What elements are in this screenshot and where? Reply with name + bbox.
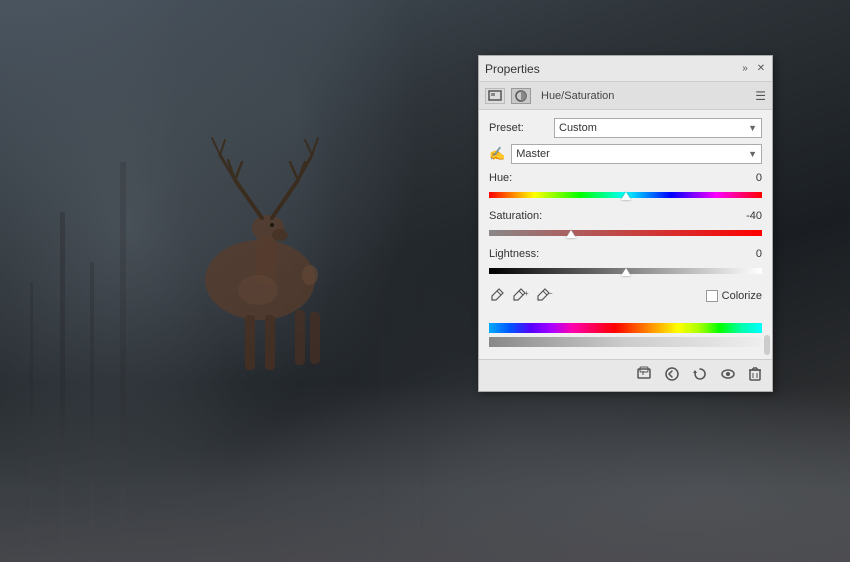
panel-content: Preset: Custom ▼ ✍ Master ▼ Hue: 0 bbox=[479, 110, 772, 359]
hue-thumb[interactable] bbox=[621, 186, 631, 200]
saturation-thumb[interactable] bbox=[566, 224, 576, 238]
lightness-label-row: Lightness: 0 bbox=[489, 248, 762, 260]
delete-button[interactable] bbox=[746, 364, 764, 387]
hue-slider-container bbox=[489, 186, 762, 204]
saturation-group: Saturation: -40 bbox=[489, 210, 762, 242]
lightness-thumb[interactable] bbox=[621, 262, 631, 276]
preset-dropdown[interactable]: Custom ▼ bbox=[554, 118, 762, 138]
lightness-group: Lightness: 0 bbox=[489, 248, 762, 280]
layer-icon bbox=[488, 90, 502, 102]
colorize-row: Colorize bbox=[706, 290, 762, 302]
channel-dropdown[interactable]: Master ▼ bbox=[511, 144, 762, 164]
eyedropper-icon bbox=[491, 287, 505, 303]
reset-icon bbox=[692, 366, 708, 382]
reset-button[interactable] bbox=[690, 364, 710, 387]
eye-icon bbox=[720, 366, 736, 382]
circle-icon bbox=[514, 90, 528, 102]
spectrum-bar-grey bbox=[489, 337, 762, 347]
lightness-slider-container bbox=[489, 262, 762, 280]
clip-to-layer-button[interactable] bbox=[634, 364, 654, 387]
properties-panel: Properties » ✕ Hue/Saturation bbox=[478, 55, 773, 392]
visibility-button[interactable] bbox=[718, 364, 738, 387]
deer-image bbox=[150, 80, 370, 400]
ground bbox=[0, 382, 850, 562]
preset-dropdown-arrow: ▼ bbox=[748, 123, 757, 133]
bottom-toolbar bbox=[479, 359, 772, 391]
tab-icon-layer[interactable] bbox=[485, 88, 505, 104]
eyedropper-subtract-tool[interactable]: − bbox=[535, 286, 555, 307]
adjustment-title: Hue/Saturation bbox=[541, 90, 614, 102]
hue-label: Hue: bbox=[489, 172, 554, 184]
hand-tool-icon[interactable]: ✍ bbox=[489, 146, 505, 162]
collapse-button[interactable]: » bbox=[740, 64, 750, 74]
eyedropper-add-icon: + bbox=[513, 287, 529, 303]
saturation-label-row: Saturation: -40 bbox=[489, 210, 762, 222]
panel-controls: » ✕ bbox=[740, 64, 766, 74]
tab-icon-adjustment[interactable] bbox=[511, 88, 531, 104]
panel-titlebar: Properties » ✕ bbox=[479, 56, 772, 82]
colorize-checkbox[interactable] bbox=[706, 290, 718, 302]
channel-dropdown-arrow: ▼ bbox=[748, 149, 757, 159]
hue-group: Hue: 0 bbox=[489, 172, 762, 204]
spectrum-bar-color bbox=[489, 323, 762, 333]
tab-left: Hue/Saturation bbox=[485, 88, 614, 104]
channel-row: ✍ Master ▼ bbox=[489, 144, 762, 164]
hue-label-row: Hue: 0 bbox=[489, 172, 762, 184]
tab-bar: Hue/Saturation ☰ bbox=[479, 82, 772, 110]
tools-row: + − bbox=[489, 286, 555, 307]
eyedropper-tool[interactable] bbox=[489, 286, 507, 307]
clip-icon bbox=[636, 366, 652, 382]
saturation-value: -40 bbox=[732, 210, 762, 222]
colorize-label: Colorize bbox=[722, 290, 762, 302]
lightness-label: Lightness: bbox=[489, 248, 554, 260]
panel-title-text: Properties bbox=[485, 62, 540, 76]
panel-menu-icon[interactable]: ☰ bbox=[755, 89, 766, 103]
saturation-track bbox=[489, 230, 762, 236]
close-button[interactable]: ✕ bbox=[756, 64, 766, 74]
saturation-label: Saturation: bbox=[489, 210, 554, 222]
scrollbar[interactable] bbox=[764, 335, 770, 355]
saturation-slider-container bbox=[489, 224, 762, 242]
previous-icon bbox=[664, 366, 680, 382]
hue-value: 0 bbox=[732, 172, 762, 184]
eyedropper-subtract-icon: − bbox=[537, 287, 553, 303]
lightness-value: 0 bbox=[732, 248, 762, 260]
previous-state-button[interactable] bbox=[662, 364, 682, 387]
preset-label: Preset: bbox=[489, 122, 554, 134]
trash-icon bbox=[748, 366, 762, 382]
preset-value: Custom bbox=[559, 122, 597, 134]
panel-title-left: Properties bbox=[485, 62, 540, 76]
preset-row: Preset: Custom ▼ bbox=[489, 118, 762, 138]
svg-text:−: − bbox=[548, 289, 553, 298]
eyedropper-add-tool[interactable]: + bbox=[511, 286, 531, 307]
channel-value: Master bbox=[516, 148, 550, 160]
tools-colorize-row: + − Colorize bbox=[489, 286, 762, 315]
svg-text:+: + bbox=[524, 289, 529, 298]
